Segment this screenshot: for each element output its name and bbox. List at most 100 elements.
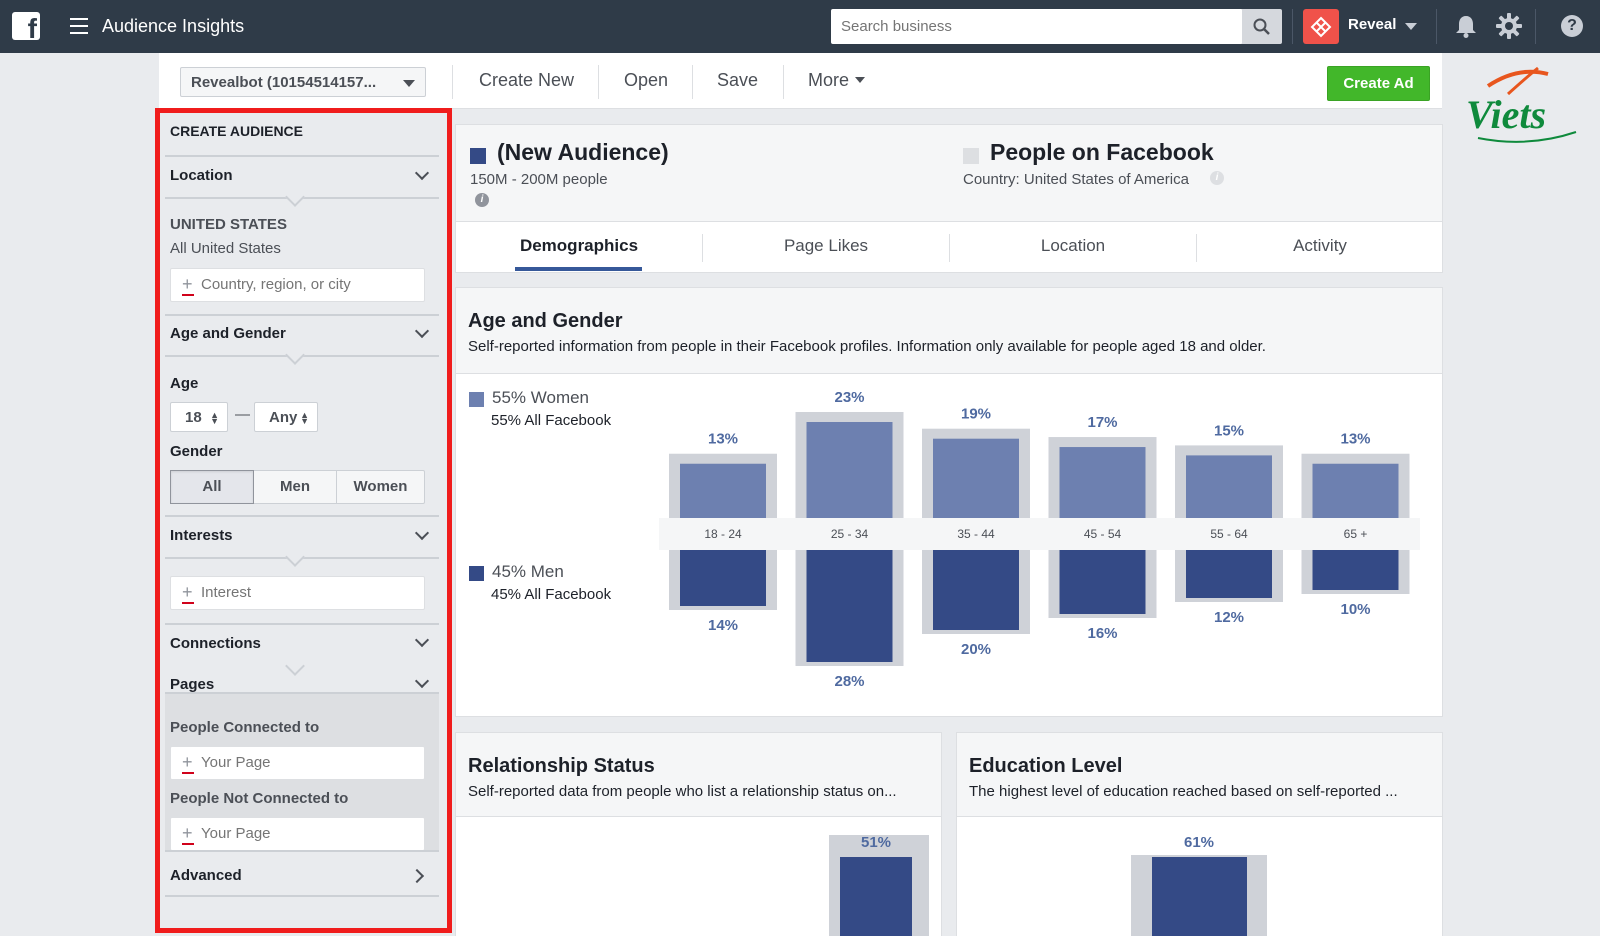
education-audience-bar xyxy=(1152,857,1247,936)
age-label: Age xyxy=(170,375,199,392)
age-gender-title: Age and Gender xyxy=(170,325,286,342)
men-bar-label: 28% xyxy=(834,673,864,690)
search-icon xyxy=(1253,18,1270,35)
reveal-logo-icon[interactable] xyxy=(1303,9,1339,44)
tab-location[interactable]: Location xyxy=(950,236,1196,256)
new-audience-title: (New Audience) xyxy=(497,139,669,165)
relationship-audience-bar xyxy=(840,857,912,936)
women-bar-label: 17% xyxy=(1087,414,1117,431)
card-header: Relationship Status Self-reported data f… xyxy=(456,733,941,817)
interest-input[interactable] xyxy=(201,584,421,601)
age-max-value: Any xyxy=(269,409,298,426)
sort-arrows-icon: ▲ ▼ xyxy=(210,410,219,426)
men-bar-label: 10% xyxy=(1340,601,1370,618)
divider xyxy=(165,155,439,157)
info-icon[interactable]: i xyxy=(475,193,489,207)
top-divider xyxy=(1535,9,1536,44)
chevron-down-icon xyxy=(403,80,415,87)
people-not-connected-input-box: + xyxy=(170,817,425,851)
facebook-audience-title: People on Facebook xyxy=(990,139,1214,165)
gender-toggle-group: All Men Women xyxy=(170,470,425,504)
tab-demographics[interactable]: Demographics xyxy=(456,236,702,256)
people-not-connected-input[interactable] xyxy=(201,825,421,842)
people-connected-input-box: + xyxy=(170,746,425,780)
chevron-right-icon xyxy=(409,868,425,884)
education-level-title: Education Level xyxy=(969,755,1123,777)
tab-page-likes[interactable]: Page Likes xyxy=(703,236,949,256)
gender-women-button[interactable]: Women xyxy=(337,471,424,503)
more-button[interactable]: More xyxy=(808,70,866,91)
top-divider xyxy=(1436,9,1437,44)
men-bar xyxy=(1312,550,1399,590)
age-min-select[interactable]: 18 ▲ ▼ xyxy=(170,402,228,432)
card-header: Education Level The highest level of edu… xyxy=(957,733,1442,817)
divider xyxy=(165,314,439,316)
relationship-status-card: Relationship Status Self-reported data f… xyxy=(455,732,942,936)
tab-activity[interactable]: Activity xyxy=(1197,236,1443,256)
search-input[interactable] xyxy=(831,9,1231,44)
women-bar-label: 23% xyxy=(834,389,864,406)
save-button[interactable]: Save xyxy=(717,70,758,91)
new-audience-swatch xyxy=(470,148,486,164)
sort-arrows-icon: ▲ ▼ xyxy=(300,410,309,426)
age-max-select[interactable]: Any ▲ ▼ xyxy=(254,402,318,432)
divider xyxy=(165,515,439,517)
divider xyxy=(165,850,439,852)
gender-all-button[interactable]: All xyxy=(170,470,254,504)
viets-logo-text: Viets xyxy=(1466,92,1546,137)
chevron-down-icon xyxy=(414,323,430,339)
location-country: UNITED STATES xyxy=(170,216,287,233)
relationship-status-title: Relationship Status xyxy=(468,755,655,777)
more-label: More xyxy=(808,70,850,90)
age-tick-label: 18 - 24 xyxy=(704,527,742,541)
divider xyxy=(165,895,439,897)
men-bar-label: 16% xyxy=(1087,625,1117,642)
toolbar-divider xyxy=(692,65,693,99)
education-level-description: The highest level of education reached b… xyxy=(969,783,1398,800)
open-button[interactable]: Open xyxy=(624,70,668,91)
gender-men-button[interactable]: Men xyxy=(254,471,337,503)
toolbar-divider xyxy=(452,65,453,99)
info-icon[interactable]: i xyxy=(1210,171,1224,185)
men-bar-label: 14% xyxy=(708,617,738,634)
facebook-logo-icon[interactable]: f xyxy=(12,12,40,43)
location-country-sub: All United States xyxy=(170,240,281,257)
top-divider xyxy=(1292,9,1293,44)
people-connected-input[interactable] xyxy=(201,754,421,771)
facebook-audience-country: Country: United States of America xyxy=(963,171,1189,188)
interest-input-box: + xyxy=(170,576,425,610)
interests-title: Interests xyxy=(170,527,233,544)
connections-title: Connections xyxy=(170,635,261,652)
women-bar-label: 19% xyxy=(961,406,991,423)
age-min-value: 18 xyxy=(185,409,202,426)
insights-tabs: Demographics Page Likes Location Activit… xyxy=(455,222,1443,273)
bell-icon[interactable] xyxy=(1453,13,1479,39)
women-bar xyxy=(1059,447,1146,518)
help-icon[interactable]: ? xyxy=(1561,15,1583,37)
location-input-box: + xyxy=(170,268,425,302)
search-box xyxy=(831,9,1243,44)
create-audience-sidebar: CREATE AUDIENCE Location UNITED STATES A… xyxy=(165,115,439,925)
location-input[interactable] xyxy=(201,276,421,293)
menu-icon[interactable] xyxy=(70,18,88,34)
create-ad-button[interactable]: Create Ad xyxy=(1327,66,1430,101)
create-new-button[interactable]: Create New xyxy=(479,70,574,91)
gear-icon[interactable] xyxy=(1495,12,1523,40)
ad-account-select[interactable]: Revealbot (10154514157... xyxy=(180,67,426,97)
people-not-connected-label: People Not Connected to xyxy=(170,790,349,807)
men-bar xyxy=(1186,550,1272,598)
advanced-title: Advanced xyxy=(170,867,242,884)
chevron-down-icon[interactable] xyxy=(1405,23,1417,30)
age-tick-label: 35 - 44 xyxy=(957,527,995,541)
age-tick-label: 25 - 34 xyxy=(831,527,869,541)
people-connected-label: People Connected to xyxy=(170,719,320,736)
divider xyxy=(165,623,439,625)
toolbar-divider xyxy=(598,65,599,99)
men-bar xyxy=(680,550,766,606)
plus-icon: + xyxy=(182,274,194,296)
women-bar-label: 15% xyxy=(1214,422,1244,439)
relationship-bar-label: 51% xyxy=(861,834,892,851)
search-button[interactable] xyxy=(1242,9,1282,44)
account-name[interactable]: Reveal xyxy=(1348,16,1396,33)
age-gender-chart: 13% 18 - 24 14% 23% 25 - 34 28% 19% 35 - 44 20% 1… xyxy=(659,389,1420,690)
